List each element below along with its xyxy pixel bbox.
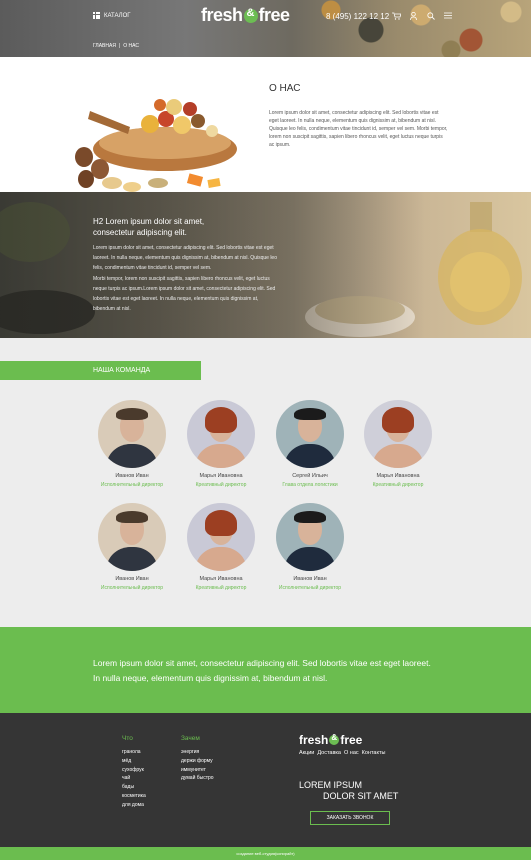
team-title: НАША КОМАНДА (0, 361, 201, 380)
avatar (187, 400, 255, 468)
footer-link[interactable]: косметика (122, 792, 146, 801)
breadcrumb-home[interactable]: ГЛАВНАЯ (93, 43, 116, 49)
member-name: Марья Ивановна (376, 473, 420, 479)
spa-paragraph-2: Morbi tempor, lorem non suscipit sagitti… (93, 276, 276, 312)
user-icon[interactable] (409, 11, 418, 20)
logo-ampersand-icon (243, 7, 258, 23)
footer-link[interactable]: мёд (122, 757, 146, 766)
footer-nav: Акции Доставка О нас Контакты (299, 750, 385, 756)
spa-paragraph-1: Lorem ipsum dolor sit amet, consectetur … (93, 245, 277, 271)
member-role: Исполнительный директор (278, 585, 342, 591)
member-name: Иванов Иван (115, 576, 149, 582)
member-role: Глава отдела логистики (282, 482, 338, 488)
grid-icon (93, 12, 100, 19)
team-member[interactable]: Марья Ивановна Креативный директор (176, 503, 266, 591)
member-name: Сергей Ильич (292, 473, 328, 479)
avatar (276, 503, 344, 571)
footer-nav-item[interactable]: Акции (299, 750, 314, 756)
member-name: Марья Ивановна (199, 576, 243, 582)
footer-col2-list: энергия держи форму иммунитет думай быст… (181, 748, 214, 783)
search-icon[interactable] (426, 11, 435, 20)
footer-link[interactable]: бады (122, 783, 146, 792)
header-spices-image (311, 0, 531, 57)
spa-banner: H2 Lorem ipsum dolor sit amet, consectet… (0, 192, 531, 338)
footer-link[interactable]: держи форму (181, 757, 214, 766)
logo[interactable]: fresh free (201, 5, 290, 26)
team-member[interactable]: Иванов Иван Исполнительный директор (87, 503, 177, 591)
quote-section: Lorem ipsum dolor sit amet, consectetur … (0, 627, 531, 713)
copyright-bar: создание веб-студия(копирайт) (0, 847, 531, 860)
logo-ampersand-icon (329, 733, 340, 745)
footer-link[interactable]: энергия (181, 748, 214, 757)
cart-icon[interactable] (392, 11, 401, 20)
member-role: Креативный директор (195, 585, 247, 591)
about-title: О НАС (269, 83, 301, 94)
member-role: Креативный директор (195, 482, 247, 488)
about-text: Lorem ipsum dolor sit amet, consectetur … (269, 110, 448, 148)
footer-slogan-line2: DOLOR SIT AMET (323, 791, 399, 801)
team-member[interactable]: Иванов Иван Исполнительный директор (265, 503, 355, 591)
footer-slogan-line1: LOREM IPSUM (299, 780, 363, 790)
footer-link[interactable]: иммунитет (181, 766, 214, 775)
avatar (98, 400, 166, 468)
avatar (98, 503, 166, 571)
catalog-button[interactable]: КАТАЛОГ (93, 12, 130, 19)
team-member[interactable]: Сергей Ильич Глава отдела логистики (265, 400, 355, 488)
footer-link[interactable]: чай (122, 774, 146, 783)
avatar (187, 503, 255, 571)
footer-link[interactable]: гранола (122, 748, 146, 757)
breadcrumb: ГЛАВНАЯ | О НАС (93, 43, 139, 49)
spa-heading: H2 Lorem ipsum dolor sit amet, consectet… (93, 217, 205, 237)
logo-left: fresh (201, 5, 243, 25)
footer-slogan: LOREM IPSUM DOLOR SIT AMET (299, 780, 398, 802)
member-name: Иванов Иван (115, 473, 149, 479)
breadcrumb-current: О НАС (123, 43, 139, 49)
menu-icon[interactable] (443, 11, 452, 20)
footer-link[interactable]: думай быстро (181, 774, 214, 783)
footer-logo[interactable]: fresh free (299, 733, 362, 747)
avatar (364, 400, 432, 468)
footer-nav-item[interactable]: Контакты (362, 750, 386, 756)
member-name: Марья Ивановна (199, 473, 243, 479)
footer-nav-item[interactable]: О нас (344, 750, 359, 756)
breadcrumb-separator: | (118, 43, 121, 49)
site-footer: Что гранола мёд сухофрук чай бады космет… (0, 713, 531, 847)
footer-col2-title: Зачем (181, 735, 200, 742)
catalog-label: КАТАЛОГ (104, 12, 131, 19)
footer-logo-right: free (340, 733, 363, 747)
about-section: О НАС Lorem ipsum dolor sit amet, consec… (0, 57, 531, 192)
team-member[interactable]: Марья Ивановна Креативный директор (353, 400, 443, 488)
member-name: Иванов Иван (293, 576, 327, 582)
member-role: Исполнительный директор (100, 482, 164, 488)
footer-link[interactable]: сухофрук (122, 766, 146, 775)
footer-nav-item[interactable]: Доставка (317, 750, 341, 756)
logo-right: free (258, 5, 291, 25)
member-role: Креативный директор (372, 482, 424, 488)
footer-col1-title: Что (122, 735, 133, 742)
site-header: КАТАЛОГ fresh free 8 (495) 122 12 12 ГЛА… (0, 0, 531, 57)
footer-link[interactable]: для дома (122, 801, 146, 810)
team-member[interactable]: Иванов Иван Исполнительный директор (87, 400, 177, 488)
member-role: Исполнительный директор (100, 585, 164, 591)
dried-fruit-bowl-image (75, 99, 237, 192)
footer-logo-left: fresh (299, 733, 329, 747)
avatar (276, 400, 344, 468)
team-member[interactable]: Марья Ивановна Креативный директор (176, 400, 266, 488)
phone-number[interactable]: 8 (495) 122 12 12 (326, 12, 389, 21)
header-icons (392, 11, 452, 20)
quote-text: Lorem ipsum dolor sit amet, consectetur … (93, 658, 431, 683)
footer-col1-list: гранола мёд сухофрук чай бады косметика … (122, 748, 146, 810)
order-call-button[interactable]: ЗАКАЗАТЬ ЗВОНОК (310, 811, 390, 825)
